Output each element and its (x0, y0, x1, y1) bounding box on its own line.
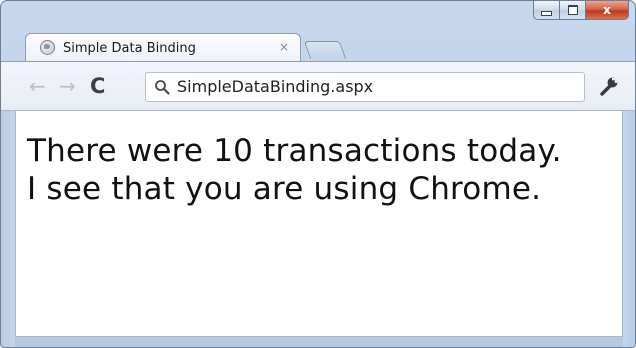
tab-close-button[interactable]: × (279, 40, 289, 54)
maximize-icon (567, 5, 578, 15)
search-icon (155, 80, 170, 95)
browser-message: I see that you are using Chrome. (27, 171, 542, 207)
reload-button[interactable]: C (90, 76, 105, 97)
window-controls: x (533, 1, 629, 21)
browser-window: x Simple Data Binding × ← → C SimpleData… (0, 0, 636, 348)
transactions-message: There were 10 transactions today. (27, 133, 562, 169)
minimize-icon (541, 10, 552, 16)
close-window-button[interactable]: x (585, 1, 629, 20)
window-frame-right (623, 111, 635, 347)
wrench-icon[interactable] (598, 75, 620, 97)
window-frame-left (1, 111, 15, 347)
toolbar: ← → C SimpleDataBinding.aspx (1, 61, 635, 111)
back-button[interactable]: ← (29, 76, 46, 96)
tab-title: Simple Data Binding (63, 41, 196, 56)
address-bar[interactable]: SimpleDataBinding.aspx (145, 72, 585, 102)
page-content: There were 10 transactions today. I see … (15, 111, 623, 337)
address-text: SimpleDataBinding.aspx (177, 77, 374, 96)
maximize-button[interactable] (559, 1, 585, 20)
new-tab-button[interactable] (303, 41, 347, 59)
globe-icon (40, 40, 55, 55)
tab-simple-data-binding[interactable]: Simple Data Binding × (25, 33, 301, 62)
minimize-button[interactable] (533, 1, 559, 20)
close-icon: x (603, 3, 611, 17)
forward-button[interactable]: → (59, 76, 76, 96)
